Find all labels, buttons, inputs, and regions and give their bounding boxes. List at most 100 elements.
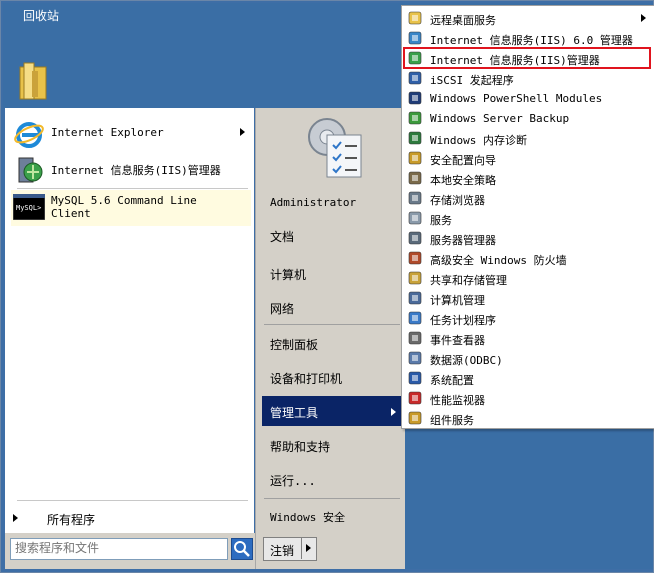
search-button[interactable] <box>231 538 253 560</box>
shutdown-options-button[interactable] <box>301 537 316 559</box>
submenu-item-share[interactable]: 共享和存储管理 <box>404 268 650 288</box>
chevron-right-icon <box>391 408 396 416</box>
iscsi-icon <box>408 71 422 85</box>
divider <box>264 324 400 325</box>
folder-icon <box>408 11 422 25</box>
submenu-item-task-scheduler[interactable]: 任务计划程序 <box>404 308 650 328</box>
place-label: 网络 <box>270 302 295 316</box>
pinned-item-label: Internet Explorer <box>51 126 164 139</box>
computer-mgmt-icon <box>408 291 422 305</box>
pinned-iis-manager[interactable]: Internet 信息服务(IIS)管理器 <box>11 152 251 188</box>
submenu-item-label: 事件查看器 <box>430 334 485 347</box>
place-label: Windows 安全 <box>270 511 345 524</box>
submenu-item-label: 组件服务 <box>430 414 474 427</box>
place-run[interactable]: 运行... <box>262 464 402 494</box>
divider <box>17 500 248 501</box>
screen-frame: 回收站 Internet Explorer Internet 信息服务(IIS)… <box>0 0 654 573</box>
all-programs-label: 所有程序 <box>47 513 96 527</box>
submenu-item-label: 数据源(ODBC) <box>430 354 503 367</box>
submenu-item-label: Internet 信息服务(IIS)管理器 <box>430 54 600 67</box>
recycle-bin-label[interactable]: 回收站 <box>23 7 59 24</box>
place-label: 文档 <box>270 230 295 244</box>
server-manager-icon <box>408 231 422 245</box>
place-label: 帮助和支持 <box>270 440 331 454</box>
submenu-item-label: 高级安全 Windows 防火墙 <box>430 254 567 267</box>
submenu-item-backup[interactable]: Windows Server Backup <box>404 108 650 128</box>
submenu-item-label: 远程桌面服务 <box>430 14 496 27</box>
submenu-item-powershell[interactable]: Windows PowerShell Modules <box>404 88 650 108</box>
place-documents[interactable]: 文档 <box>262 220 402 250</box>
chevron-right-icon <box>13 514 18 522</box>
place-administrator[interactable]: Administrator <box>262 188 402 218</box>
memory-icon <box>408 131 422 145</box>
services-icon <box>408 211 422 225</box>
submenu-item-memory[interactable]: Windows 内存诊断 <box>404 128 650 148</box>
submenu-item-iis6[interactable]: Internet 信息服务(IIS) 6.0 管理器 <box>404 28 650 48</box>
submenu-item-local-policy[interactable]: 本地安全策略 <box>404 168 650 188</box>
submenu-item-label: Internet 信息服务(IIS) 6.0 管理器 <box>430 34 633 47</box>
place-network[interactable]: 网络 <box>262 292 402 322</box>
place-computer[interactable]: 计算机 <box>262 258 402 288</box>
local-policy-icon <box>408 171 422 185</box>
storage-icon <box>408 191 422 205</box>
iis-icon <box>408 51 422 65</box>
submenu-item-sysconfig[interactable]: 系统配置 <box>404 368 650 388</box>
search-icon <box>234 541 250 557</box>
submenu-item-label: 存储浏览器 <box>430 194 485 207</box>
admin-tools-icon <box>308 118 362 178</box>
search-box <box>10 538 229 560</box>
submenu-item-label: Windows 内存诊断 <box>430 134 527 147</box>
submenu-item-iscsi[interactable]: iSCSI 发起程序 <box>404 68 650 88</box>
submenu-item-storage[interactable]: 存储浏览器 <box>404 188 650 208</box>
pinned-internet-explorer[interactable]: Internet Explorer <box>11 116 251 152</box>
recent-item-label-line1: MySQL 5.6 Command Line <box>51 194 197 207</box>
place-control-panel[interactable]: 控制面板 <box>262 328 402 358</box>
submenu-item-label: Windows Server Backup <box>430 112 570 125</box>
iis6-icon <box>408 31 422 45</box>
place-help-support[interactable]: 帮助和支持 <box>262 430 402 460</box>
component-icon <box>408 411 422 425</box>
submenu-item-label: 共享和存储管理 <box>430 274 507 287</box>
place-devices-printers[interactable]: 设备和打印机 <box>262 362 402 392</box>
powershell-icon <box>408 91 422 105</box>
submenu-item-folder[interactable]: 远程桌面服务 <box>404 8 650 28</box>
submenu-item-firewall[interactable]: 高级安全 Windows 防火墙 <box>404 248 650 268</box>
recent-item-label-line2: Client <box>51 207 91 220</box>
submenu-item-security-wizard[interactable]: 安全配置向导 <box>404 148 650 168</box>
submenu-item-computer-mgmt[interactable]: 计算机管理 <box>404 288 650 308</box>
chevron-right-icon <box>306 544 311 552</box>
submenu-item-services[interactable]: 服务 <box>404 208 650 228</box>
submenu-item-label: Windows PowerShell Modules <box>430 92 603 105</box>
place-admin-tools[interactable]: 管理工具 <box>262 396 402 426</box>
all-programs-button[interactable]: 所有程序 <box>5 506 254 530</box>
submenu-item-odbc[interactable]: 数据源(ODBC) <box>404 348 650 368</box>
submenu-item-component[interactable]: 组件服务 <box>404 408 650 428</box>
place-label: 设备和打印机 <box>270 372 343 386</box>
start-menu-programs: Internet Explorer Internet 信息服务(IIS)管理器 … <box>5 108 254 533</box>
submenu-item-server-manager[interactable]: 服务器管理器 <box>404 228 650 248</box>
submenu-item-perfmon[interactable]: 性能监视器 <box>404 388 650 408</box>
submenu-item-label: 性能监视器 <box>430 394 485 407</box>
recent-mysql-client[interactable]: MySQL> MySQL 5.6 Command Line Client <box>11 190 251 226</box>
task-scheduler-icon <box>408 311 422 325</box>
firewall-icon <box>408 251 422 265</box>
security-wizard-icon <box>408 151 422 165</box>
submenu-item-label: 计算机管理 <box>430 294 485 307</box>
place-windows-security[interactable]: Windows 安全 <box>262 501 402 531</box>
place-label: 计算机 <box>270 268 307 282</box>
sysconfig-icon <box>408 371 422 385</box>
perfmon-icon <box>408 391 422 405</box>
submenu-item-event-viewer[interactable]: 事件查看器 <box>404 328 650 348</box>
search-bar <box>5 533 255 569</box>
search-input[interactable] <box>11 539 229 557</box>
svg-text:MySQL>: MySQL> <box>16 204 41 212</box>
divider <box>264 498 400 499</box>
submenu-item-label: 安全配置向导 <box>430 154 496 167</box>
chevron-right-icon <box>641 14 646 22</box>
chevron-right-icon <box>240 128 245 136</box>
folder-icon[interactable] <box>18 61 50 101</box>
place-label: 运行... <box>270 474 316 488</box>
submenu-item-iis[interactable]: Internet 信息服务(IIS)管理器 <box>403 47 651 69</box>
mysql-terminal-icon: MySQL> <box>13 194 45 220</box>
place-label: Administrator <box>270 196 357 209</box>
